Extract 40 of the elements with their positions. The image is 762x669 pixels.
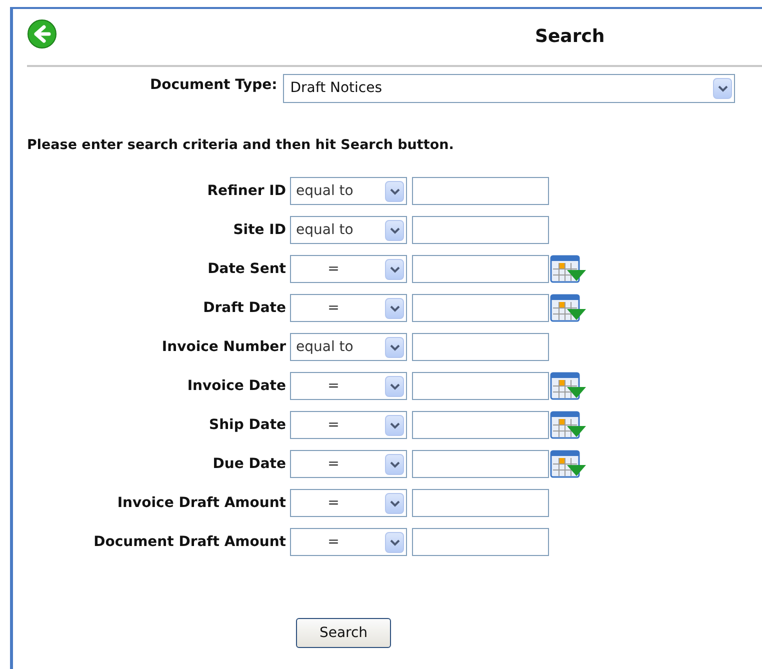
field-label: Invoice Number bbox=[160, 338, 287, 357]
field-label: Document Draft Amount bbox=[92, 532, 287, 552]
document-type-label: Document Type: bbox=[150, 76, 278, 95]
instructions-text: Please enter search criteria and then hit Search button. bbox=[27, 136, 455, 155]
calendar-icon[interactable] bbox=[550, 450, 587, 480]
calendar-icon[interactable] bbox=[550, 294, 587, 324]
criteria-input[interactable] bbox=[412, 372, 549, 400]
operator-dropdown[interactable]: = bbox=[290, 450, 407, 478]
field-label: Draft Date bbox=[202, 298, 287, 318]
criteria-input[interactable] bbox=[412, 294, 549, 322]
calendar-icon[interactable] bbox=[550, 255, 587, 286]
operator-dropdown[interactable]: = bbox=[290, 528, 407, 556]
criteria-input[interactable] bbox=[412, 216, 549, 244]
document-type-dropdown[interactable]: Draft Notices bbox=[283, 74, 736, 103]
criteria-input[interactable] bbox=[412, 450, 549, 478]
operator-dropdown[interactable]: = bbox=[290, 255, 407, 284]
criteria-input[interactable] bbox=[412, 255, 549, 284]
operator-dropdown[interactable]: equal to bbox=[290, 216, 407, 244]
calendar-icon[interactable] bbox=[550, 411, 587, 442]
operator-dropdown[interactable]: equal to bbox=[290, 177, 407, 206]
field-label: Site ID bbox=[232, 220, 287, 240]
field-label: Invoice Draft Amount bbox=[116, 494, 287, 513]
field-label: Invoice Date bbox=[186, 376, 287, 396]
calendar-icon[interactable] bbox=[550, 372, 587, 402]
field-label: Ship Date bbox=[208, 416, 287, 435]
criteria-input[interactable] bbox=[412, 411, 549, 440]
criteria-input[interactable] bbox=[412, 177, 549, 206]
search-button[interactable]: Search bbox=[296, 618, 391, 648]
operator-dropdown[interactable]: = bbox=[290, 489, 407, 518]
criteria-input[interactable] bbox=[412, 489, 549, 518]
operator-dropdown[interactable]: = bbox=[290, 411, 407, 440]
operator-dropdown[interactable]: = bbox=[290, 372, 407, 400]
criteria-input[interactable] bbox=[412, 333, 549, 362]
operator-dropdown[interactable]: = bbox=[290, 294, 407, 322]
field-label: Due Date bbox=[212, 454, 287, 474]
page-title: Search bbox=[535, 24, 605, 48]
field-label: Refiner ID bbox=[206, 182, 287, 201]
operator-dropdown[interactable]: equal to bbox=[290, 333, 407, 362]
field-label: Date Sent bbox=[206, 260, 287, 279]
criteria-input[interactable] bbox=[412, 528, 549, 556]
